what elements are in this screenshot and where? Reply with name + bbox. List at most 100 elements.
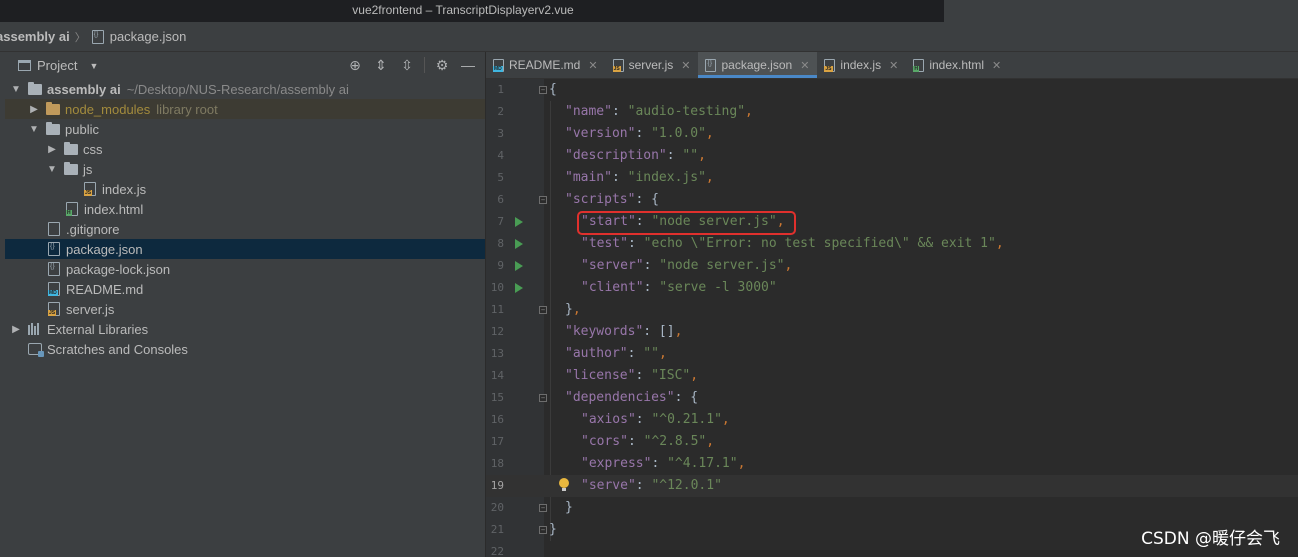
fold-icon[interactable]: − bbox=[539, 86, 547, 94]
fold-icon[interactable]: − bbox=[539, 526, 547, 534]
tab-server-js[interactable]: JS server.js ✕ bbox=[606, 52, 699, 78]
tree-item-label: js bbox=[83, 161, 93, 177]
tree-item-scratches[interactable]: Scratches and Consoles bbox=[0, 339, 485, 359]
chevron-down-icon[interactable]: ▼ bbox=[46, 164, 58, 175]
expand-all-icon[interactable]: ⇕ bbox=[372, 56, 390, 74]
folder-icon bbox=[46, 101, 60, 115]
tree-item-label: server.js bbox=[66, 301, 115, 317]
tree-item-package-json[interactable]: package.json bbox=[0, 239, 485, 259]
code-line: 13 "author": "", bbox=[486, 343, 1298, 365]
tab-label: package.json bbox=[721, 58, 793, 72]
tree-item-index-html[interactable]: H index.html bbox=[0, 199, 485, 219]
library-icon bbox=[28, 323, 42, 335]
gitignore-file-icon bbox=[48, 222, 60, 236]
tab-index-js[interactable]: JS index.js ✕ bbox=[817, 52, 906, 78]
tree-item-external-libraries[interactable]: ▶ External Libraries bbox=[0, 319, 485, 339]
code-line: 5 "main": "index.js", bbox=[486, 167, 1298, 189]
code-line: 9 "server": "node server.js", bbox=[486, 255, 1298, 277]
chevron-right-icon[interactable]: ▶ bbox=[46, 144, 58, 155]
locate-file-icon[interactable]: ⊕ bbox=[346, 56, 364, 74]
js-file-icon: JS bbox=[48, 302, 60, 316]
tree-item-css[interactable]: ▶ css bbox=[0, 139, 485, 159]
json-file-icon bbox=[48, 262, 60, 276]
breadcrumb: assembly ai 〉 package.json bbox=[0, 22, 1298, 52]
breadcrumb-file[interactable]: package.json bbox=[110, 29, 187, 44]
line-number: 21 bbox=[490, 523, 504, 536]
tab-readme[interactable]: MD README.md ✕ bbox=[486, 52, 606, 78]
code-area[interactable]: 1 − { 2 "name": "audio-testing", 3 "vers… bbox=[486, 79, 1298, 557]
gear-icon[interactable]: ⚙ bbox=[433, 56, 451, 74]
tab-index-html[interactable]: H index.html ✕ bbox=[906, 52, 1009, 78]
line-number: 20 bbox=[490, 501, 504, 514]
line-number: 16 bbox=[490, 413, 504, 426]
tree-item-gitignore[interactable]: .gitignore bbox=[0, 219, 485, 239]
line-number: 14 bbox=[490, 369, 504, 382]
tab-package-json[interactable]: package.json ✕ bbox=[698, 52, 818, 78]
run-script-icon[interactable] bbox=[515, 283, 523, 293]
tree-item-server-js[interactable]: JS server.js bbox=[0, 299, 485, 319]
line-number: 6 bbox=[497, 193, 504, 206]
line-number: 13 bbox=[490, 347, 504, 360]
line-number: 10 bbox=[490, 281, 504, 294]
watermark: CSDN @暖仔会飞 bbox=[1141, 529, 1280, 549]
close-icon[interactable]: ✕ bbox=[588, 59, 597, 72]
hide-icon[interactable]: — bbox=[459, 56, 477, 74]
tree-item-index-js[interactable]: JS index.js bbox=[0, 179, 485, 199]
code-line: 14 "license": "ISC", bbox=[486, 365, 1298, 387]
tree-item-label: node_modules bbox=[65, 101, 151, 117]
project-header: Project ▼ ⊕ ⇕ ⇳ ⚙ — bbox=[0, 52, 485, 79]
chevron-down-icon[interactable]: ▼ bbox=[28, 124, 40, 135]
js-file-icon: JS bbox=[824, 58, 836, 72]
tab-label: index.html bbox=[929, 58, 985, 72]
folder-icon bbox=[28, 81, 42, 95]
chevron-down-icon[interactable]: ▼ bbox=[89, 61, 98, 71]
run-script-icon[interactable] bbox=[515, 239, 523, 249]
breadcrumb-root[interactable]: assembly ai bbox=[0, 29, 70, 44]
tree-item-note: library root bbox=[156, 101, 218, 117]
tree-item-public[interactable]: ▼ public bbox=[0, 119, 485, 139]
close-icon[interactable]: ✕ bbox=[800, 59, 809, 72]
folder-icon bbox=[64, 161, 78, 175]
title-bar: vue2frontend – TranscriptDisplayerv2.vue bbox=[0, 0, 1298, 22]
run-script-icon[interactable] bbox=[515, 261, 523, 271]
fold-icon[interactable]: − bbox=[539, 394, 547, 402]
tree-item-package-lock-json[interactable]: package-lock.json bbox=[0, 259, 485, 279]
code-line: 3 "version": "1.0.0", bbox=[486, 123, 1298, 145]
line-number: 12 bbox=[490, 325, 504, 338]
run-script-icon[interactable] bbox=[515, 217, 523, 227]
code-line: 15 − "dependencies": { bbox=[486, 387, 1298, 409]
tree-item-readme[interactable]: MD README.md bbox=[0, 279, 485, 299]
html-file-icon: H bbox=[66, 202, 78, 216]
close-icon[interactable]: ✕ bbox=[889, 59, 898, 72]
line-number: 4 bbox=[497, 149, 504, 162]
tree-item-node-modules[interactable]: ▶ node_modules library root bbox=[0, 99, 485, 119]
html-file-icon: H bbox=[913, 58, 925, 72]
code-line: 4 "description": "", bbox=[486, 145, 1298, 167]
tab-label: index.js bbox=[840, 58, 882, 72]
project-view-selector[interactable]: Project bbox=[37, 58, 77, 73]
tree-item-label: README.md bbox=[66, 281, 144, 297]
js-file-icon: JS bbox=[612, 58, 624, 72]
chevron-right-icon[interactable]: ▶ bbox=[10, 324, 22, 335]
chevron-down-icon[interactable]: ▼ bbox=[10, 84, 22, 95]
code-line: 11 − }, bbox=[486, 299, 1298, 321]
markdown-file-icon: MD bbox=[48, 282, 60, 296]
tree-item-label: .gitignore bbox=[66, 221, 120, 237]
tree-item-label: index.js bbox=[102, 181, 147, 197]
line-number: 5 bbox=[497, 171, 504, 184]
lightbulb-icon[interactable] bbox=[559, 478, 569, 491]
close-icon[interactable]: ✕ bbox=[681, 59, 690, 72]
fold-icon[interactable]: − bbox=[539, 306, 547, 314]
fold-icon[interactable]: − bbox=[539, 504, 547, 512]
chevron-right-icon[interactable]: ▶ bbox=[28, 104, 40, 115]
project-tool-window: Project ▼ ⊕ ⇕ ⇳ ⚙ — ▼ assembly ai ~/Desk… bbox=[0, 52, 485, 557]
fold-icon[interactable]: − bbox=[539, 196, 547, 204]
code-line: 2 "name": "audio-testing", bbox=[486, 101, 1298, 123]
editor: MD README.md ✕ JS server.js ✕ package.js… bbox=[486, 52, 1298, 557]
editor-tabs: MD README.md ✕ JS server.js ✕ package.js… bbox=[486, 52, 1298, 79]
line-number: 17 bbox=[490, 435, 504, 448]
tree-item-js[interactable]: ▼ js bbox=[0, 159, 485, 179]
close-icon[interactable]: ✕ bbox=[992, 59, 1001, 72]
collapse-all-icon[interactable]: ⇳ bbox=[398, 56, 416, 74]
tree-item-project-root[interactable]: ▼ assembly ai ~/Desktop/NUS-Research/ass… bbox=[0, 79, 485, 99]
